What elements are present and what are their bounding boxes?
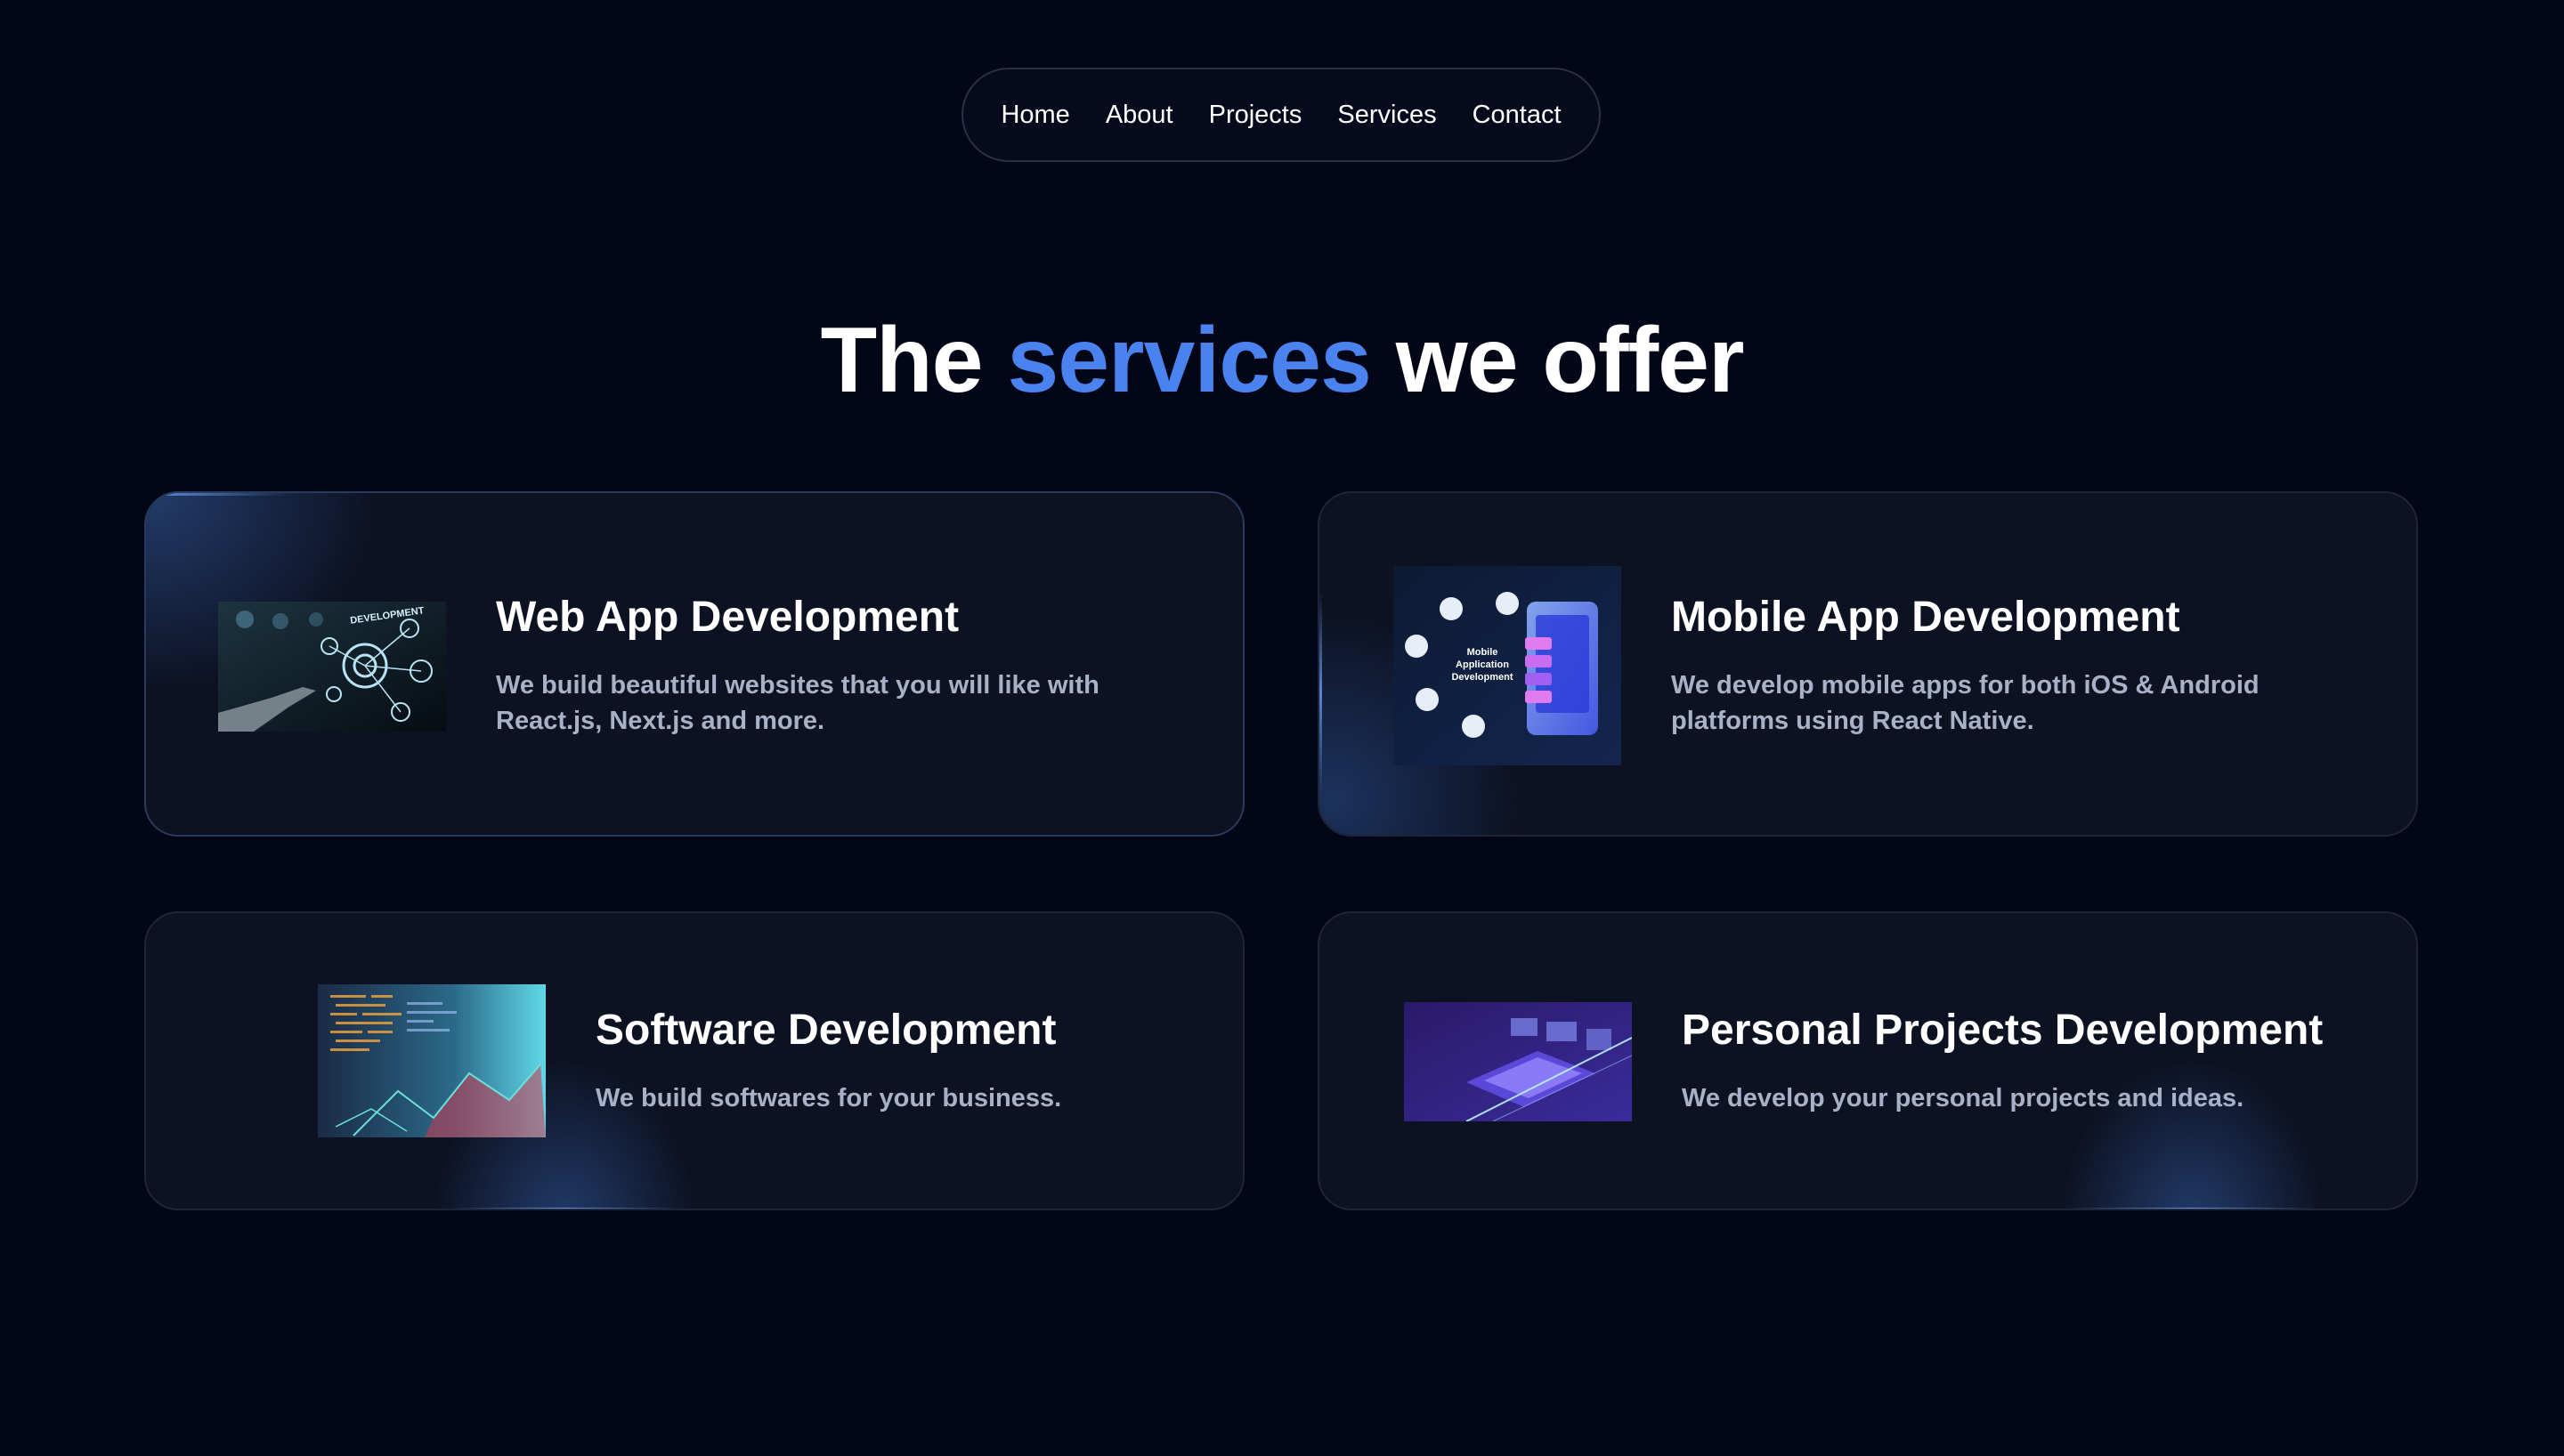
nav-projects-link[interactable]: Projects xyxy=(1209,101,1302,130)
card-edge-highlight xyxy=(146,493,288,496)
service-card-mobile[interactable]: Mobile Application Development Mobile Ap… xyxy=(1318,491,2418,837)
service-description: We develop your personal projects and id… xyxy=(1682,1084,2244,1112)
mobile-development-image: Mobile Application Development xyxy=(1393,566,1621,765)
nav-contact-link[interactable]: Contact xyxy=(1473,101,1562,130)
nav-about-link[interactable]: About xyxy=(1106,101,1173,130)
card-edge-highlight xyxy=(2067,1208,2317,1209)
title-accent: services xyxy=(1007,309,1371,412)
software-development-image xyxy=(318,984,546,1137)
card-edge-highlight xyxy=(1319,591,1322,796)
service-card-web[interactable]: DEVELOPMENT Web App Development We build… xyxy=(144,491,1245,837)
top-navigation: Home About Projects Services Contact xyxy=(961,68,1601,162)
service-title: Software Development xyxy=(596,1007,1057,1054)
card-glow xyxy=(2049,1047,2334,1209)
nav-services-link[interactable]: Services xyxy=(1337,101,1436,130)
service-title: Web App Development xyxy=(496,594,960,641)
web-development-image: DEVELOPMENT xyxy=(218,602,446,732)
service-title: Personal Projects Development xyxy=(1682,1007,2324,1054)
service-card-personal[interactable]: Personal Projects Development We develop… xyxy=(1318,911,2418,1210)
service-description: We build softwares for your business. xyxy=(596,1084,1062,1112)
nav-home-link[interactable]: Home xyxy=(1001,101,1069,130)
title-suffix: we offer xyxy=(1395,309,1745,412)
service-description: We build beautiful websites that you wil… xyxy=(496,671,1099,735)
service-title: Mobile App Development xyxy=(1671,594,2180,641)
title-prefix: The xyxy=(820,309,984,412)
mobile-image-caption: Mobile Application Development xyxy=(1451,647,1513,683)
personal-projects-image xyxy=(1404,1002,1632,1121)
page-title: The services we offer xyxy=(0,303,2564,418)
service-card-software[interactable]: Software Development We build softwares … xyxy=(144,911,1245,1210)
service-description: We develop mobile apps for both iOS & An… xyxy=(1671,671,2260,735)
card-edge-highlight xyxy=(449,1208,680,1209)
